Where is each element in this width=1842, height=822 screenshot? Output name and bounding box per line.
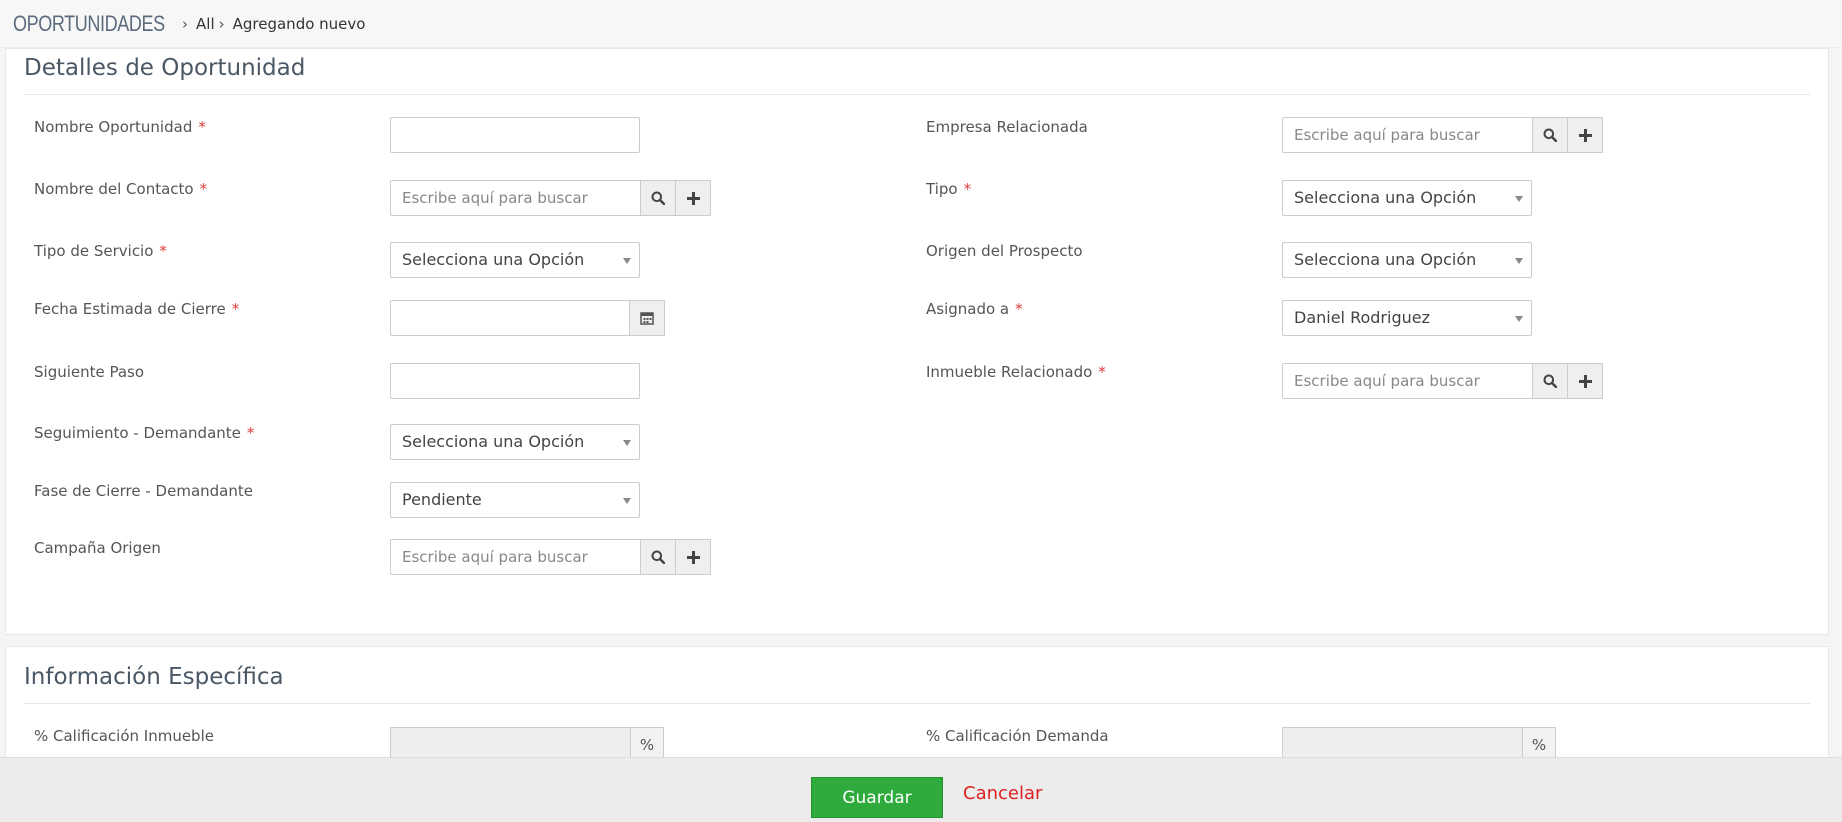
label-tipo-servicio: Tipo de Servicio * bbox=[34, 242, 167, 260]
search-icon bbox=[1543, 128, 1557, 142]
section-divider bbox=[24, 94, 1810, 95]
label-seguimiento: Seguimiento - Demandante * bbox=[34, 424, 255, 442]
required-mark: * bbox=[159, 242, 167, 260]
label-origen-prospecto: Origen del Prospecto bbox=[926, 242, 1083, 260]
plus-icon bbox=[1578, 374, 1592, 388]
seguimiento-select[interactable]: Selecciona una Opción bbox=[390, 424, 640, 460]
required-mark: * bbox=[963, 180, 972, 198]
search-icon bbox=[651, 191, 665, 205]
inmueble-add-button[interactable] bbox=[1567, 363, 1603, 399]
fecha-cierre-input[interactable] bbox=[390, 300, 630, 336]
breadcrumb-module[interactable]: OPORTUNIDADES bbox=[13, 11, 165, 37]
required-mark: * bbox=[198, 118, 206, 136]
breadcrumb-current: Agregando nuevo bbox=[232, 14, 366, 33]
cancel-link[interactable]: Cancelar bbox=[963, 783, 1042, 804]
search-icon bbox=[651, 550, 665, 564]
origen-prospecto-select[interactable]: Selecciona una Opción bbox=[1282, 242, 1532, 278]
label-calificacion-inmueble: % Calificación Inmueble bbox=[34, 727, 214, 745]
label-tipo: Tipo * bbox=[926, 180, 972, 198]
label-empresa-relacionada: Empresa Relacionada bbox=[926, 118, 1088, 136]
label-calificacion-demanda: % Calificación Demanda bbox=[926, 727, 1109, 745]
breadcrumb-all[interactable]: All bbox=[196, 15, 215, 33]
caret-down-icon bbox=[1515, 196, 1523, 202]
inmueble-search-button[interactable] bbox=[1532, 363, 1568, 399]
calendar-icon bbox=[640, 312, 654, 325]
campana-search-button[interactable] bbox=[640, 539, 676, 575]
tipo-servicio-select[interactable]: Selecciona una Opción bbox=[390, 242, 640, 278]
plus-icon bbox=[1578, 128, 1592, 142]
section-divider bbox=[24, 703, 1810, 704]
required-mark: * bbox=[199, 180, 208, 198]
caret-down-icon bbox=[623, 440, 631, 446]
required-mark: * bbox=[1015, 300, 1023, 318]
campana-search-input[interactable]: Escribe aquí para buscar bbox=[390, 539, 641, 575]
contacto-search-button[interactable] bbox=[640, 180, 676, 216]
search-icon bbox=[1543, 374, 1557, 388]
contacto-add-button[interactable] bbox=[675, 180, 711, 216]
plus-icon bbox=[686, 191, 700, 205]
empresa-add-button[interactable] bbox=[1567, 117, 1603, 153]
contacto-search-input[interactable]: Escribe aquí para buscar bbox=[390, 180, 641, 216]
label-nombre-oportunidad: Nombre Oportunidad * bbox=[34, 118, 206, 136]
chevron-right-icon: › bbox=[182, 14, 189, 33]
caret-down-icon bbox=[1515, 316, 1523, 322]
label-inmueble-relacionado: Inmueble Relacionado * bbox=[926, 363, 1106, 381]
section-title: Información Específica bbox=[24, 664, 284, 690]
campana-add-button[interactable] bbox=[675, 539, 711, 575]
caret-down-icon bbox=[623, 258, 631, 264]
chevron-right-icon: › bbox=[218, 14, 225, 33]
empresa-search-input[interactable]: Escribe aquí para buscar bbox=[1282, 117, 1533, 153]
nombre-oportunidad-input[interactable] bbox=[390, 117, 640, 153]
breadcrumb: OPORTUNIDADES › All › Agregando nuevo bbox=[0, 0, 1842, 48]
inmueble-search-input[interactable]: Escribe aquí para buscar bbox=[1282, 363, 1533, 399]
caret-down-icon bbox=[1515, 258, 1523, 264]
section-title: Detalles de Oportunidad bbox=[24, 55, 306, 81]
label-asignado-a: Asignado a * bbox=[926, 300, 1023, 318]
tipo-select[interactable]: Selecciona una Opción bbox=[1282, 180, 1532, 216]
label-siguiente-paso: Siguiente Paso bbox=[34, 363, 145, 381]
asignado-a-select[interactable]: Daniel Rodriguez bbox=[1282, 300, 1532, 336]
label-nombre-contacto: Nombre del Contacto * bbox=[34, 180, 208, 198]
save-button[interactable]: Guardar bbox=[811, 777, 943, 818]
label-fase-cierre: Fase de Cierre - Demandante bbox=[34, 482, 253, 500]
caret-down-icon bbox=[623, 498, 631, 504]
plus-icon bbox=[686, 550, 700, 564]
label-fecha-cierre: Fecha Estimada de Cierre * bbox=[34, 300, 240, 318]
label-campana-origen: Campaña Origen bbox=[34, 539, 161, 557]
required-mark: * bbox=[231, 300, 240, 318]
required-mark: * bbox=[1098, 363, 1106, 381]
fase-cierre-select[interactable]: Pendiente bbox=[390, 482, 640, 518]
calendar-button[interactable] bbox=[629, 300, 665, 336]
required-mark: * bbox=[246, 424, 255, 442]
siguiente-paso-input[interactable] bbox=[390, 363, 640, 399]
empresa-search-button[interactable] bbox=[1532, 117, 1568, 153]
